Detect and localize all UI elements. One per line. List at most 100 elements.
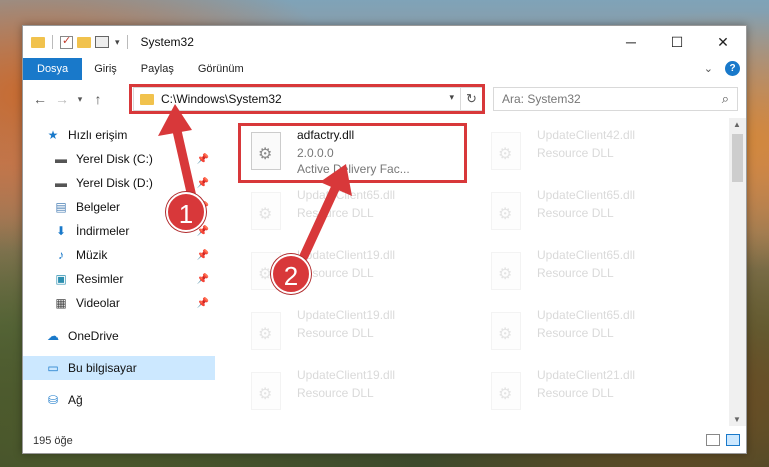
sidebar-item-videos[interactable]: ▦ Videolar 📌	[23, 291, 215, 315]
file-description: Resource DLL	[537, 326, 614, 340]
file-name: UpdateClient21.dll	[537, 368, 636, 382]
pin-icon[interactable]: 📌	[197, 274, 209, 285]
sidebar-item-label: Ağ	[68, 393, 83, 407]
sidebar-item-pictures[interactable]: ▣ Resimler 📌	[23, 267, 215, 291]
sidebar-item-music[interactable]: ♪ Müzik 📌	[23, 243, 215, 267]
window-controls: ─ ☐ ✕	[608, 26, 746, 58]
dll-file-icon	[491, 252, 521, 290]
callout-arrow-2	[299, 164, 352, 261]
file-item[interactable]: UpdateClient19.dll Resource DLL	[241, 304, 466, 362]
scroll-down-icon[interactable]: ▼	[733, 415, 741, 424]
documents-icon: ▤	[55, 200, 67, 214]
videos-icon: ▦	[55, 296, 67, 310]
file-description: Resource DLL	[537, 386, 614, 400]
folder-icon[interactable]	[31, 36, 45, 48]
ribbon-tabs: Dosya Giriş Paylaş Görünüm ⌄ ?	[23, 58, 746, 80]
file-item[interactable]: UpdateClient19.dll Resource DLL	[241, 364, 466, 422]
search-input[interactable]: Ara: System32	[502, 92, 581, 106]
properties-icon[interactable]	[95, 36, 109, 48]
file-description: Resource DLL	[297, 386, 374, 400]
quick-access-toolbar: ▾	[31, 34, 131, 49]
drive-icon: ▬	[55, 152, 67, 166]
window-title: System32	[140, 35, 194, 49]
sidebar-item-label: Müzik	[76, 248, 108, 262]
cloud-icon: ☁	[47, 329, 59, 343]
customize-toolbar-icon[interactable]: ▾	[115, 37, 120, 48]
dll-file-icon	[491, 192, 521, 230]
drive-icon: ▬	[55, 176, 67, 190]
pin-icon[interactable]: 📌	[197, 250, 209, 261]
sidebar-item-label: Videolar	[76, 296, 120, 310]
file-item[interactable]: UpdateClient21.dll Resource DLL	[481, 364, 706, 422]
status-bar: 195 öğe	[23, 429, 746, 453]
file-description: Resource DLL	[537, 266, 614, 280]
sidebar-item-label: Belgeler	[76, 200, 121, 214]
file-item[interactable]: UpdateClient65.dll Resource DLL	[481, 184, 706, 242]
new-folder-icon[interactable]	[77, 36, 91, 48]
up-icon[interactable]: ↑	[87, 91, 109, 107]
file-description: Resource DLL	[537, 206, 614, 220]
music-icon: ♪	[58, 248, 64, 262]
dll-file-icon	[491, 132, 521, 170]
dll-file-icon	[491, 312, 521, 350]
download-icon: ⬇	[55, 224, 67, 238]
vertical-scrollbar[interactable]: ▲ ▼	[729, 118, 746, 426]
tab-view[interactable]: Görünüm	[186, 58, 256, 80]
back-icon[interactable]: ←	[29, 91, 51, 107]
close-button[interactable]: ✕	[700, 26, 746, 58]
file-name: UpdateClient42.dll	[537, 128, 636, 142]
tab-home[interactable]: Giriş	[82, 58, 129, 80]
dll-file-icon	[491, 372, 521, 410]
properties-check-icon[interactable]	[60, 34, 73, 49]
sidebar-item-label: Hızlı erişim	[68, 128, 128, 142]
sidebar-item-network[interactable]: ⛁ Ağ	[23, 388, 215, 412]
scroll-up-icon[interactable]: ▲	[733, 120, 741, 129]
forward-icon[interactable]: →	[51, 91, 73, 107]
pin-icon[interactable]: 📌	[197, 298, 209, 309]
pictures-icon: ▣	[55, 272, 67, 286]
tab-file[interactable]: Dosya	[23, 58, 83, 80]
file-name: UpdateClient65.dll	[537, 248, 636, 262]
network-icon: ⛁	[47, 393, 59, 407]
file-description: Resource DLL	[297, 326, 374, 340]
recent-locations-icon[interactable]: ▾	[73, 94, 87, 105]
file-item[interactable]: UpdateClient65.dll Resource DLL	[481, 304, 706, 362]
view-buttons	[706, 434, 740, 446]
sidebar-item-label: Bu bilgisayar	[68, 361, 137, 375]
file-name: UpdateClient19.dll	[297, 308, 396, 322]
file-item[interactable]: UpdateClient42.dll Resource DLL	[481, 124, 706, 182]
maximize-button[interactable]: ☐	[654, 26, 700, 58]
item-count: 195 öğe	[33, 435, 73, 447]
tab-share[interactable]: Paylaş	[129, 58, 186, 80]
computer-icon: ▭	[47, 361, 59, 375]
sidebar-item-label: OneDrive	[68, 329, 119, 343]
scroll-thumb[interactable]	[732, 134, 743, 182]
sidebar-item-onedrive[interactable]: ☁ OneDrive	[23, 324, 215, 348]
toolbar-separator	[126, 35, 128, 49]
search-box[interactable]: Ara: System32 ⌕	[493, 87, 738, 111]
file-explorer-window: ▾ System32 ─ ☐ ✕ Dosya Giriş Paylaş Görü…	[22, 25, 747, 454]
file-item[interactable]: UpdateClient65.dll Resource DLL	[481, 244, 706, 302]
sidebar-item-this-pc[interactable]: ▭ Bu bilgisayar	[23, 356, 215, 380]
sidebar-item-label: Yerel Disk (D:)	[76, 176, 153, 190]
help-icon[interactable]: ?	[725, 61, 740, 76]
file-name: UpdateClient65.dll	[537, 188, 636, 202]
search-icon[interactable]: ⌕	[722, 91, 729, 107]
sidebar-item-label: Resimler	[76, 272, 124, 286]
dll-file-icon	[251, 372, 281, 410]
details-view-icon[interactable]	[706, 434, 720, 446]
callout-badge-2: 2	[271, 254, 311, 294]
large-icons-view-icon[interactable]	[726, 434, 740, 446]
callout-badge-1: 1	[166, 192, 206, 232]
title-bar: ▾ System32 ─ ☐ ✕	[23, 26, 746, 58]
file-name: UpdateClient19.dll	[297, 368, 396, 382]
ribbon-right: ⌄ ?	[704, 61, 740, 76]
minimize-button[interactable]: ─	[608, 26, 654, 58]
expand-ribbon-icon[interactable]: ⌄	[704, 62, 713, 75]
dll-file-icon	[251, 312, 281, 350]
sidebar-item-label: Yerel Disk (C:)	[76, 152, 153, 166]
toolbar-separator	[52, 35, 53, 49]
sidebar-item-label: İndirmeler	[76, 224, 130, 238]
file-name: UpdateClient65.dll	[537, 308, 636, 322]
file-description: Resource DLL	[537, 146, 614, 160]
